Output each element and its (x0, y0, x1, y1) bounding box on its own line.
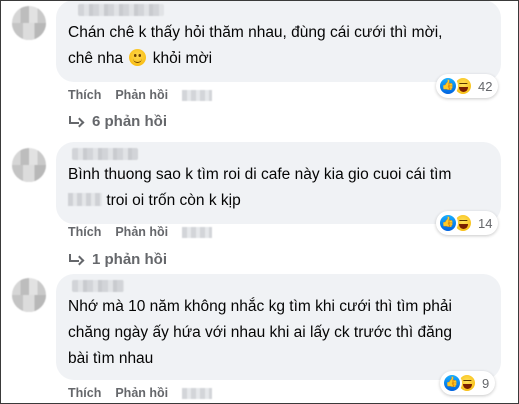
reaction-count: 14 (478, 215, 493, 231)
like-reaction-icon (438, 213, 458, 233)
comment-text-line-2b: khỏi mời (152, 50, 213, 67)
reaction-summary[interactable]: 42 (436, 74, 499, 98)
reaction-summary[interactable]: 9 (440, 371, 496, 395)
reply-button[interactable]: Phản hồi (115, 386, 168, 400)
comment-text-line-2: chăng ngày ấy hứa với nhau khi ai lấy ck… (68, 324, 453, 341)
like-reaction-icon (438, 76, 458, 96)
comment-text: Nhớ mà 10 năm không nhắc kg tìm khi cưới… (68, 294, 489, 372)
view-replies-link[interactable]: 1 phản hồi (68, 251, 167, 268)
avatar[interactable] (12, 278, 46, 312)
comment-text-line-1: Chán chê k thấy hỏi thăm nhau, đùng cái … (68, 24, 443, 41)
like-reaction-icon (442, 373, 462, 393)
like-button[interactable]: Thích (68, 88, 101, 102)
comment-text: Bình thuong sao k tìm roi di cafe này ki… (68, 162, 489, 214)
like-button[interactable]: Thích (68, 225, 101, 239)
commenter-name-blurred[interactable] (72, 148, 138, 160)
comment-actions: Thích Phản hồi (68, 386, 213, 400)
reply-button[interactable]: Phản hồi (115, 225, 168, 239)
comment-actions: Thích Phản hồi (68, 88, 213, 102)
comment-bubble: Nhớ mà 10 năm không nhắc kg tìm khi cưới… (56, 274, 501, 380)
replies-count-label[interactable]: 1 phản hồi (92, 251, 167, 268)
view-replies-link[interactable]: 6 phản hồi (68, 113, 167, 130)
timestamp-blurred[interactable] (182, 387, 213, 399)
commenter-name-blurred[interactable] (72, 280, 124, 292)
smiling-face-emoji-icon (129, 49, 147, 66)
commenter-name-blurred[interactable] (78, 4, 164, 16)
reply-arrow-icon (68, 253, 82, 266)
comment-text-line-2: troi oi trốn còn k kịp (106, 192, 241, 209)
timestamp-blurred[interactable] (182, 226, 213, 238)
reaction-count: 9 (482, 375, 490, 391)
comment-actions: Thích Phản hồi (68, 225, 213, 239)
avatar[interactable] (12, 148, 46, 182)
reply-arrow-icon (68, 115, 82, 128)
comment-text: Chán chê k thấy hỏi thăm nhau, đùng cái … (68, 20, 489, 72)
blurred-name-inline (68, 193, 102, 206)
comment-bubble: Bình thuong sao k tìm roi di cafe này ki… (56, 142, 501, 224)
comment-bubble: Chán chê k thấy hỏi thăm nhau, đùng cái … (56, 0, 501, 82)
reaction-count: 42 (478, 78, 493, 94)
comment-text-line-1: Nhớ mà 10 năm không nhắc kg tìm khi cưới… (68, 298, 452, 315)
replies-count-label[interactable]: 6 phản hồi (92, 113, 167, 130)
comment-text-line-1: Bình thuong sao k tìm roi di cafe này ki… (68, 166, 452, 183)
comment-text-line-2a: chê nha (68, 50, 124, 67)
comment-text-line-3: bài tìm nhau (68, 350, 154, 367)
avatar[interactable] (12, 6, 46, 40)
reply-button[interactable]: Phản hồi (115, 88, 168, 102)
timestamp-blurred[interactable] (182, 89, 213, 101)
reaction-summary[interactable]: 14 (436, 211, 499, 235)
like-button[interactable]: Thích (68, 386, 101, 400)
